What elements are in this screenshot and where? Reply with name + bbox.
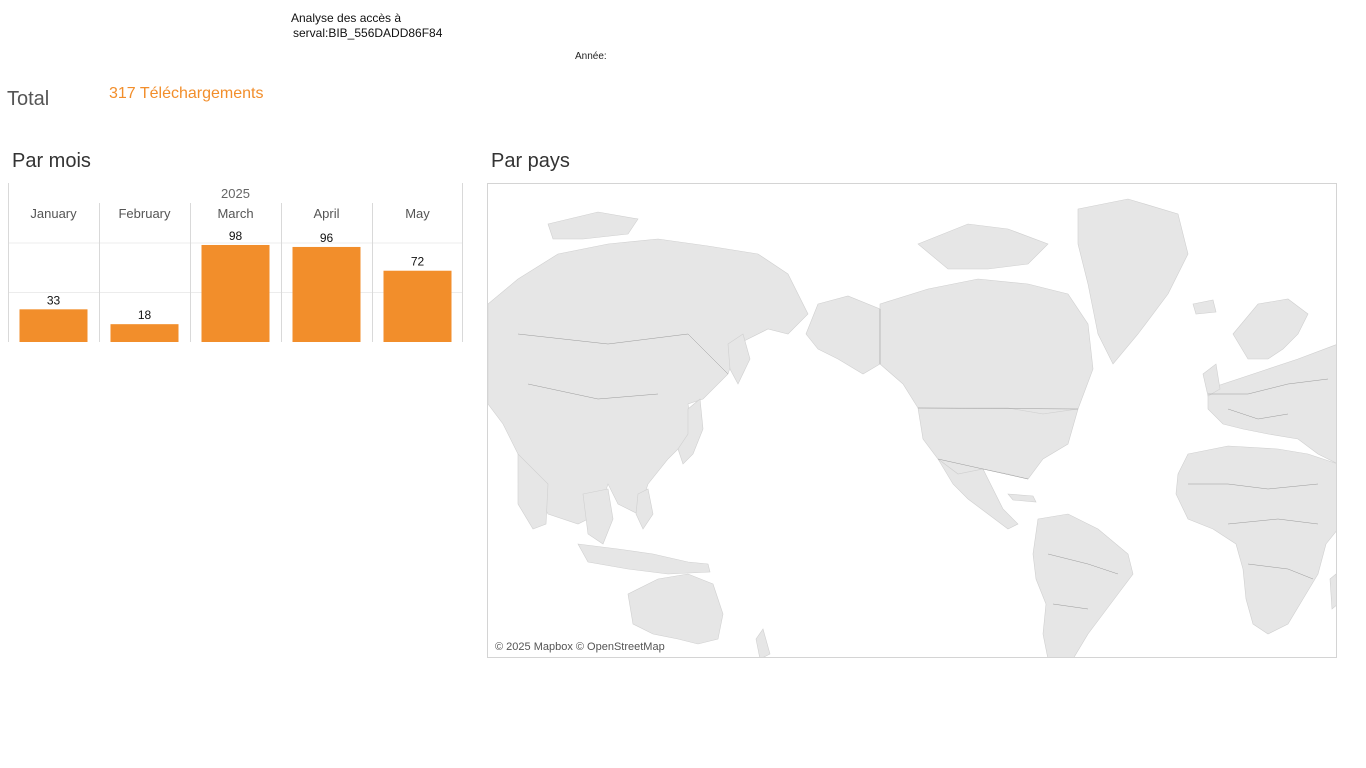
month-bar-chart: 2025 January 33 February 18 March 98 April 96 May… [8, 183, 463, 343]
map-region-usa [917, 407, 1079, 480]
page-title-line1: Analyse des accès à [291, 11, 402, 25]
bar-value-label-april: 96 [320, 231, 334, 245]
month-label-march: March [217, 206, 253, 221]
bar-april [292, 246, 361, 342]
total-downloads-value: 317 Téléchargements [109, 85, 264, 102]
year-header: 2025 [221, 186, 250, 201]
map-region-arctic-islands [547, 211, 639, 240]
year-filter-label[interactable]: Année: [575, 51, 607, 62]
map-region-south-america [1032, 513, 1134, 657]
bar-value-label-february: 18 [138, 308, 152, 322]
by-month-title: Par mois [12, 150, 91, 172]
map-region-scandinavia [1232, 298, 1309, 360]
map-region-arctic-canada [917, 223, 1049, 270]
bar-march [201, 244, 270, 342]
map-region-indonesia [577, 543, 711, 575]
bar-value-label-may: 72 [411, 255, 425, 269]
map-region-new-zealand [755, 628, 771, 657]
total-label: Total [7, 88, 50, 110]
by-country-title: Par pays [491, 150, 570, 172]
map-region-africa [1175, 445, 1336, 635]
world-map-svg[interactable] [488, 184, 1337, 658]
map-region-canada [879, 278, 1094, 415]
map-region-australia [627, 573, 724, 645]
map-region-philippines [635, 488, 654, 530]
map-region-iceland [1192, 299, 1217, 315]
month-label-april: April [313, 206, 339, 221]
month-label-january: January [30, 206, 77, 221]
map-region-alaska [805, 295, 881, 375]
map-land [488, 198, 1336, 657]
map-region-se-asia [582, 488, 614, 545]
month-label-february: February [118, 206, 171, 221]
bar-value-label-january: 33 [47, 293, 61, 307]
bar-may [383, 270, 452, 342]
country-map[interactable]: © 2025 Mapbox © OpenStreetMap [487, 183, 1337, 658]
map-region-kamchatka [727, 333, 751, 385]
map-region-greenland [1077, 198, 1189, 365]
map-region-madagascar [1329, 573, 1336, 610]
map-attribution[interactable]: © 2025 Mapbox © OpenStreetMap [495, 641, 665, 653]
bar-value-label-march: 98 [229, 229, 243, 243]
page-title-line2: serval:BIB_556DADD86F84 [293, 26, 443, 40]
month-bar-chart-svg: 2025 January 33 February 18 March 98 April 96 May… [8, 183, 463, 342]
bar-february [110, 324, 179, 342]
bar-january [19, 309, 88, 342]
page-title: Analyse des accès à serval:BIB_556DADD86… [291, 11, 442, 41]
map-region-cuba [1007, 493, 1037, 503]
month-label-may: May [405, 206, 430, 221]
